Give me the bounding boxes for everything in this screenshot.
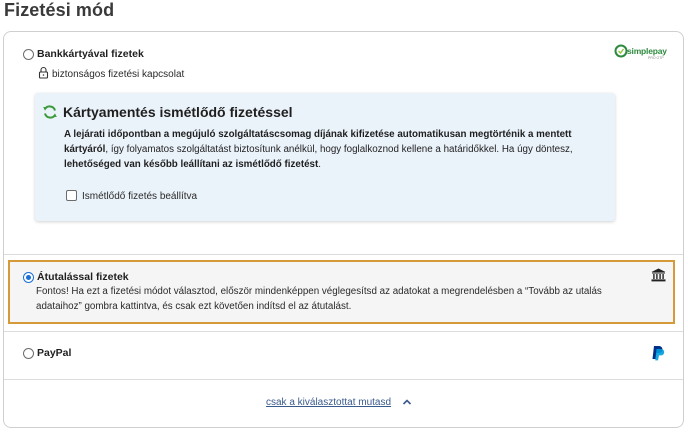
- simplepay-logo-text: simplepay: [627, 46, 667, 56]
- bank-icon: [651, 268, 666, 282]
- recurring-body-end: .: [318, 159, 321, 170]
- paypal-icon: [652, 346, 665, 361]
- recurring-payment-checkbox[interactable]: [66, 190, 77, 201]
- card-option-label[interactable]: Bankkártyával fizetek: [37, 48, 144, 60]
- simplepay-logo-subtext: PRO OTP: [648, 56, 664, 60]
- page-title: Fizetési mód: [4, 0, 115, 20]
- divider: [4, 254, 683, 255]
- lock-icon: [38, 66, 49, 79]
- divider: [4, 379, 683, 380]
- divider: [4, 331, 683, 332]
- recurring-payment-body: A lejárati időpontban a megújuló szolgál…: [64, 127, 600, 172]
- recurring-body-bold-2: lehetőséged van később leállítani az ism…: [64, 159, 319, 170]
- paypal-option-label[interactable]: PayPal: [37, 347, 71, 359]
- recurring-payment-title: Kártyamentés ismétlődő fizetéssel: [63, 104, 293, 120]
- card-radio[interactable]: [23, 49, 34, 60]
- recurring-body-text: , így folyamatos szolgáltatást biztosítu…: [105, 144, 573, 155]
- refresh-icon: [43, 105, 57, 119]
- transfer-option-label[interactable]: Átutalással fizetek: [37, 271, 129, 283]
- payment-methods-panel: [3, 31, 684, 428]
- chevron-up-icon[interactable]: [402, 397, 412, 407]
- transfer-radio[interactable]: [23, 272, 34, 283]
- transfer-description: Fontos! Ha ezt a fizetési módot választo…: [36, 286, 602, 312]
- recurring-payment-checkbox-label[interactable]: Ismétlődő fizetés beállítva: [82, 191, 197, 202]
- paypal-radio[interactable]: [23, 348, 34, 359]
- show-selected-only-link[interactable]: csak a kiválasztottat mutasd: [266, 397, 391, 408]
- secure-connection-text: biztonságos fizetési kapcsolat: [52, 69, 185, 80]
